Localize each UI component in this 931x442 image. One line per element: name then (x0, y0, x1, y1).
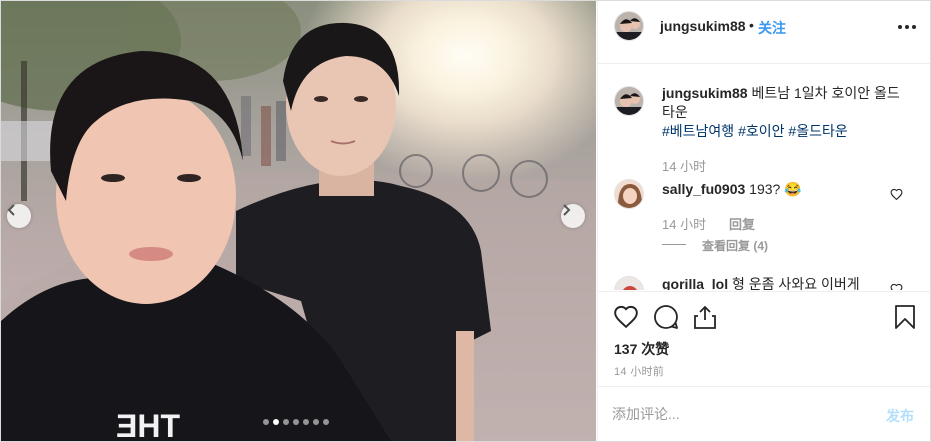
carousel-dot (263, 419, 269, 425)
previous-photo-button[interactable] (7, 204, 31, 228)
comment-timestamp[interactable]: 14 小时 (662, 214, 706, 233)
comments-list[interactable]: jungsukim88 베트남 1일차 호이안 올드타운 #베트남여행 #호이안… (598, 64, 930, 290)
post-modal: ƎHT jungsukim88 • 关注 jungsukim88 베트남 1일차… (0, 0, 931, 442)
avatar[interactable] (614, 179, 644, 209)
carousel-dot (273, 419, 279, 425)
avatar[interactable] (614, 276, 644, 290)
hashtag-link[interactable]: #올드타운 (788, 123, 847, 139)
avatar[interactable] (614, 11, 644, 41)
profile-photo (615, 12, 643, 40)
comment-username[interactable]: gorilla_lol (662, 276, 728, 290)
post-photo[interactable]: ƎHT (1, 1, 596, 441)
heart-icon[interactable] (890, 283, 903, 290)
carousel-dot (323, 419, 329, 425)
separator-dot: • (749, 17, 754, 33)
post-header: jungsukim88 • 关注 (598, 1, 930, 64)
username-link[interactable]: jungsukim88 (660, 18, 746, 34)
more-horizontal-icon[interactable] (896, 17, 918, 37)
comment: sally_fu0903 193? 😂 (662, 180, 882, 199)
chevron-right-icon (563, 204, 571, 216)
comment-input[interactable] (612, 403, 852, 425)
carousel-dot (283, 419, 289, 425)
comment-icon[interactable] (653, 304, 679, 330)
reply-button[interactable]: 回复 (729, 214, 755, 233)
view-replies-button[interactable]: 查看回复 (4) (702, 237, 768, 254)
post-timestamp[interactable]: 14 小时前 (614, 363, 664, 379)
caption-username[interactable]: jungsukim88 (662, 85, 748, 101)
add-comment-bar: 发布 (598, 386, 930, 441)
caption-timestamp[interactable]: 14 小时 (662, 156, 706, 175)
carousel-dots (263, 419, 329, 425)
heart-icon[interactable] (613, 304, 639, 328)
bookmark-icon[interactable] (894, 304, 916, 330)
chevron-left-icon (7, 204, 15, 216)
comment-text: 형 운좀 사와요 이버게 (728, 276, 860, 290)
comment-username[interactable]: sally_fu0903 (662, 181, 745, 197)
profile-photo (615, 87, 643, 115)
hashtag-link[interactable]: #베트남여행 (662, 123, 734, 139)
post-comment-button[interactable]: 发布 (886, 406, 914, 426)
caption: jungsukim88 베트남 1일차 호이안 올드타운 #베트남여행 #호이안… (662, 84, 912, 141)
likes-count[interactable]: 137 次赞 (614, 339, 669, 359)
hashtag-link[interactable]: #호이안 (738, 123, 784, 139)
carousel-dot (313, 419, 319, 425)
profile-photo (615, 180, 643, 208)
shirt-print-text: ƎHT (116, 408, 180, 441)
comment: gorilla_lol 형 운좀 사와요 이버게 (662, 275, 872, 290)
carousel-dot (303, 419, 309, 425)
carousel-dot (293, 419, 299, 425)
follow-button[interactable]: 关注 (758, 18, 786, 38)
next-photo-button[interactable] (561, 204, 585, 228)
post-actions: 137 次赞 14 小时前 (598, 291, 930, 386)
selfie-image: ƎHT (1, 1, 596, 441)
comment-text: 193? 😂 (745, 181, 802, 197)
profile-photo (615, 277, 643, 290)
share-icon[interactable] (693, 304, 717, 330)
divider-line (662, 244, 686, 245)
heart-icon[interactable] (890, 188, 903, 200)
post-details-panel: jungsukim88 • 关注 jungsukim88 베트남 1일차 호이안… (597, 1, 930, 441)
avatar[interactable] (614, 86, 644, 116)
